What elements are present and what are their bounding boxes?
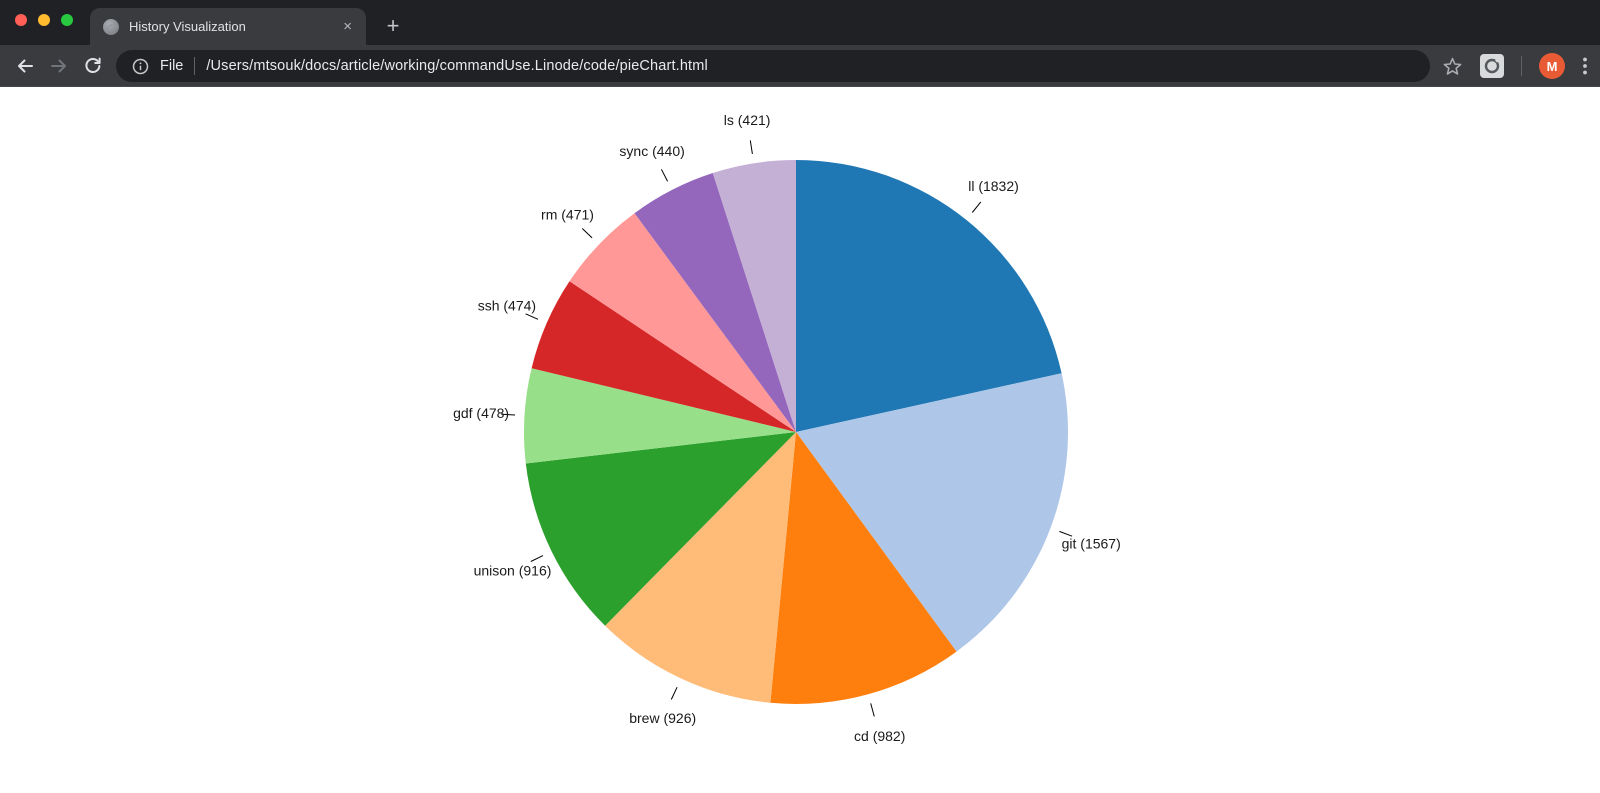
back-button[interactable] [8, 49, 42, 83]
url-scheme-label: File [160, 58, 183, 74]
extension-button[interactable] [1480, 54, 1504, 78]
bookmark-star-button[interactable] [1442, 56, 1463, 77]
window-zoom-button[interactable] [61, 14, 73, 26]
reload-button[interactable] [76, 49, 110, 83]
profile-avatar-button[interactable]: M [1539, 53, 1565, 79]
slice-tick-rm [582, 229, 592, 238]
extension-icon [1483, 57, 1501, 75]
slice-label-brew: brew (926) [629, 710, 696, 726]
slice-label-gdf: gdf (478) [453, 405, 509, 421]
url-divider [194, 57, 195, 75]
browser-tab[interactable]: History Visualization × [90, 8, 366, 45]
slice-label-sync: sync (440) [619, 143, 684, 159]
menu-button[interactable] [1582, 56, 1588, 76]
url-path: /Users/mtsouk/docs/article/working/comma… [206, 58, 707, 74]
slice-label-rm: rm (471) [541, 206, 594, 222]
slice-label-unison: unison (916) [474, 562, 552, 578]
reload-icon [83, 56, 103, 76]
window-minimize-button[interactable] [38, 14, 50, 26]
window-titlebar: History Visualization × + [0, 0, 1600, 45]
slice-tick-unison [531, 556, 543, 562]
browser-window: History Visualization × + [0, 0, 1600, 793]
slice-label-cd: cd (982) [854, 728, 905, 744]
address-bar[interactable]: File /Users/mtsouk/docs/article/working/… [116, 50, 1430, 82]
slice-tick-ssh [526, 314, 538, 320]
slice-label-ls: ls (421) [724, 112, 771, 128]
toolbar-right-cluster: M [1442, 53, 1588, 79]
slice-tick-brew [671, 687, 677, 699]
slice-label-ll: ll (1832) [968, 178, 1019, 194]
star-icon [1442, 56, 1463, 77]
slice-tick-ls [750, 140, 752, 154]
tab-close-icon[interactable]: × [339, 17, 356, 36]
new-tab-button[interactable]: + [378, 11, 408, 41]
traffic-lights [15, 14, 73, 26]
slice-label-ssh: ssh (474) [478, 298, 536, 314]
forward-button[interactable] [42, 49, 76, 83]
window-close-button[interactable] [15, 14, 27, 26]
content-area: ll (1832) git (1567) cd (982) brew (926) uni… [0, 87, 1600, 793]
toolbar-divider [1521, 56, 1522, 76]
slice-label-git: git (1567) [1062, 535, 1121, 551]
browser-toolbar: File /Users/mtsouk/docs/article/working/… [0, 45, 1600, 87]
page-favicon-icon [103, 19, 119, 35]
pie-chart-svg: ll (1832) git (1567) cd (982) brew (926) uni… [0, 87, 1600, 793]
kebab-menu-icon [1582, 56, 1588, 76]
forward-arrow-icon [49, 56, 69, 76]
site-info-icon[interactable] [132, 58, 149, 75]
slice-tick-sync [661, 169, 667, 181]
slice-tick-cd [871, 703, 875, 716]
tab-title: History Visualization [129, 19, 329, 34]
back-arrow-icon [15, 56, 35, 76]
slice-tick-ll [972, 202, 981, 213]
